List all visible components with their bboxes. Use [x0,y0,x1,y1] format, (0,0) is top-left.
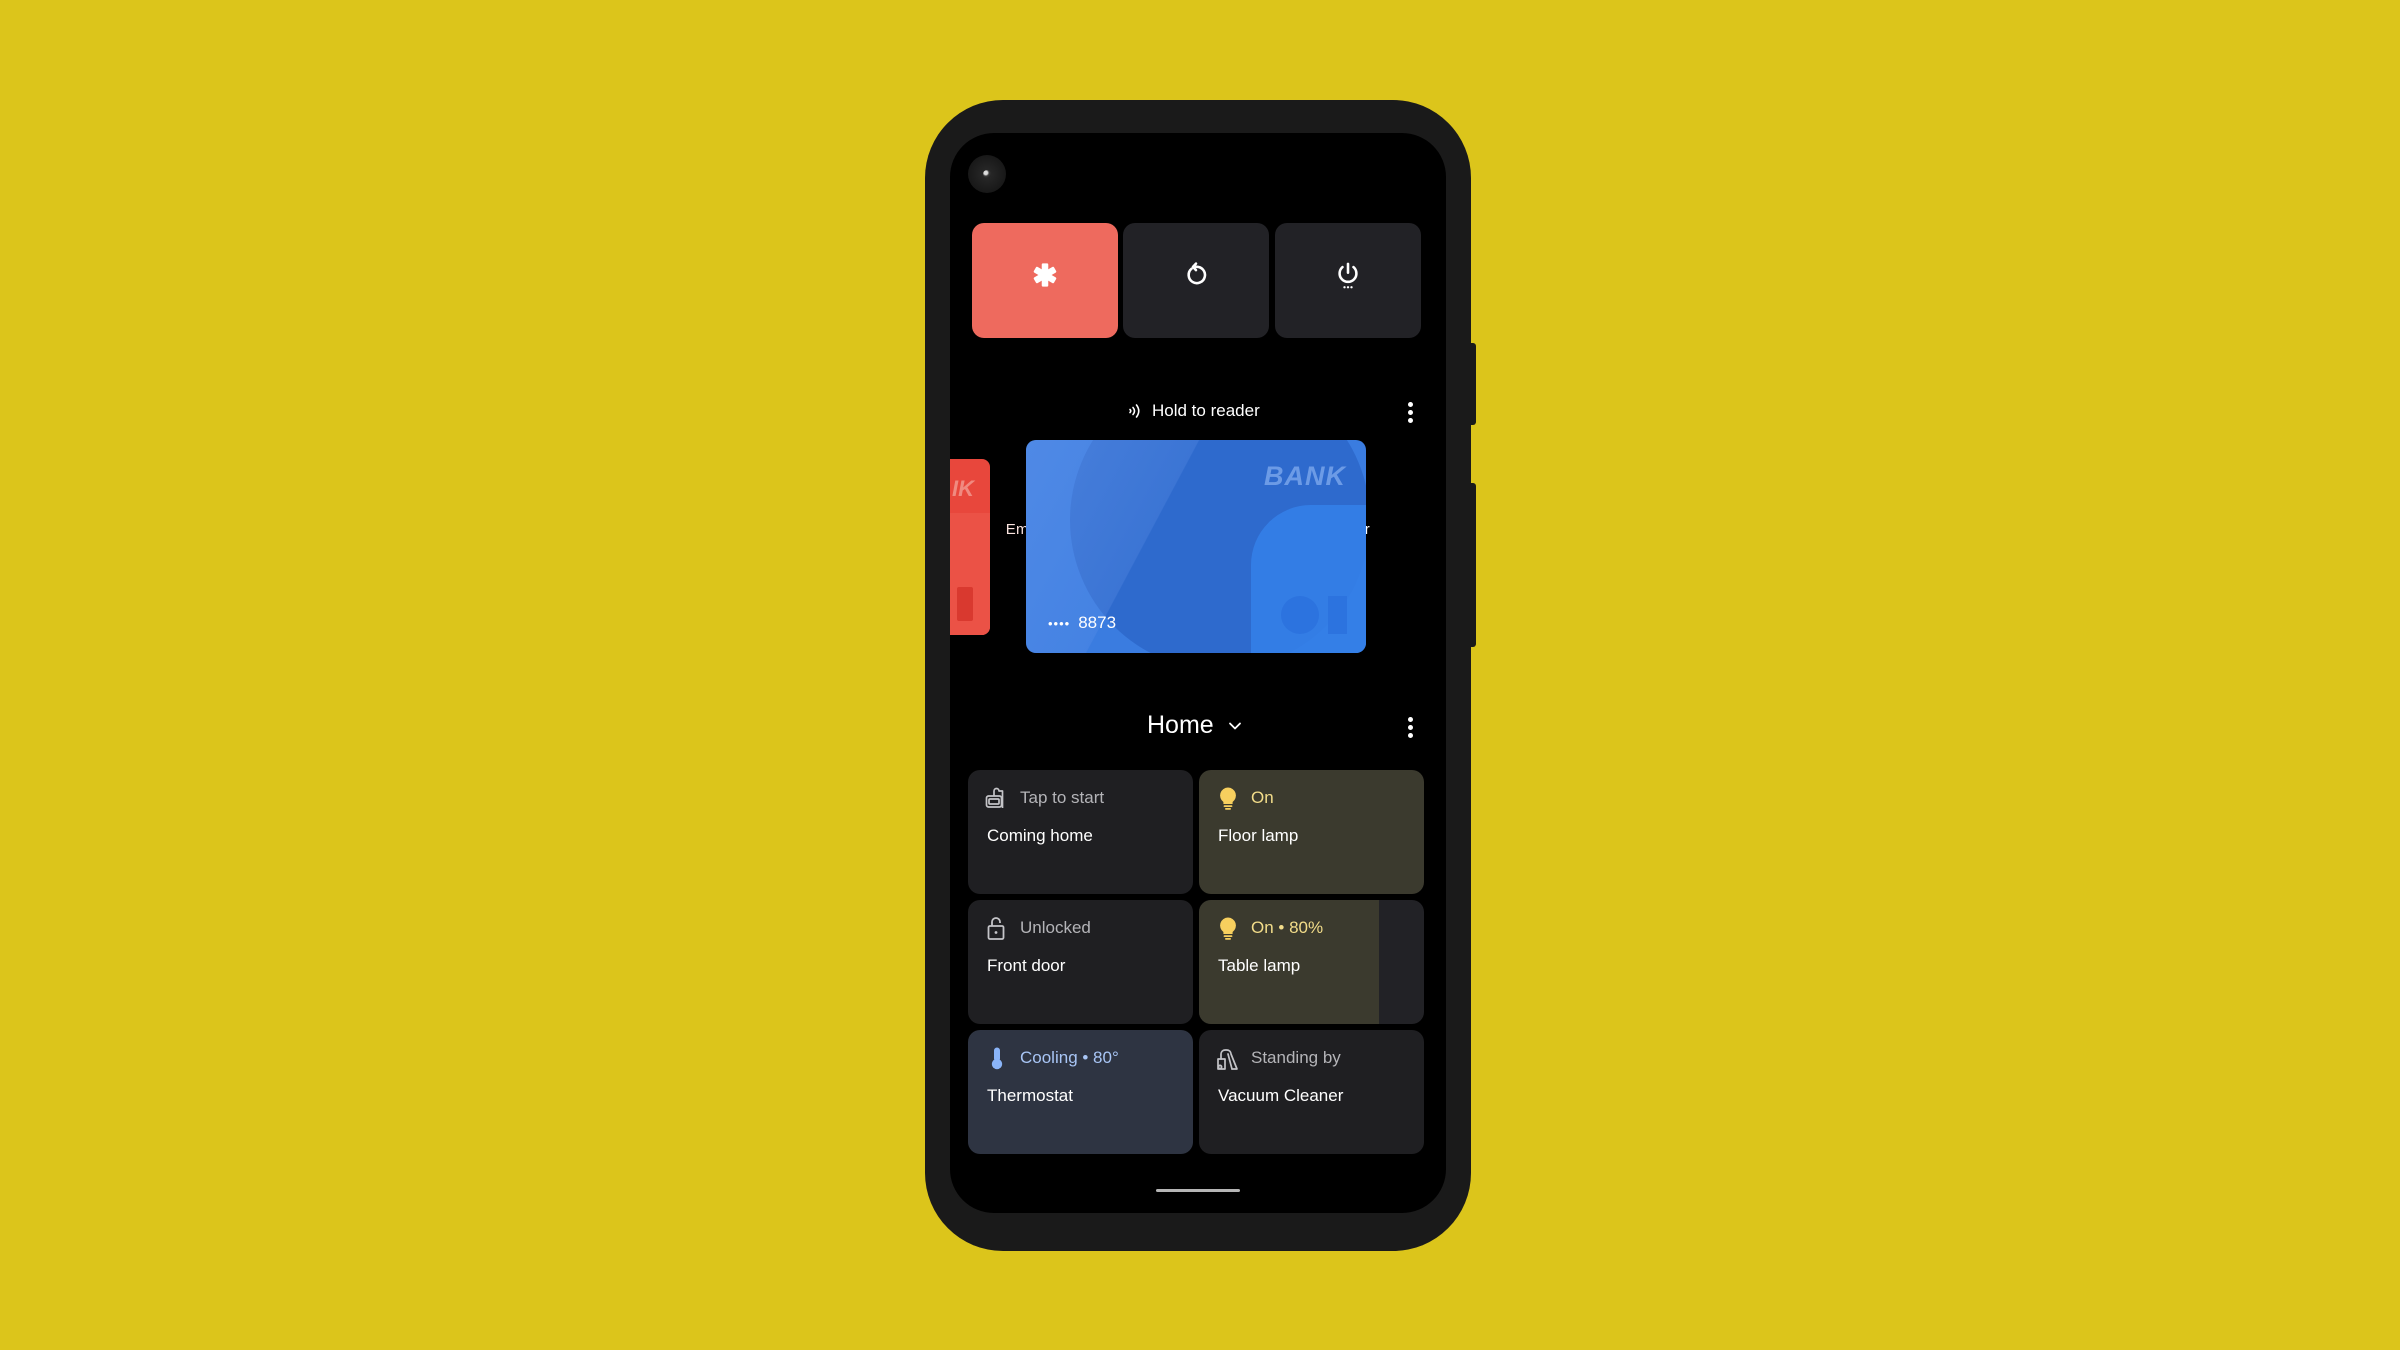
front-camera [968,155,1006,193]
home-structure-selector[interactable]: Home [1147,711,1242,740]
card-last-four: 8873 [1078,613,1117,632]
dot [1407,724,1413,730]
tile-name: Table lamp [1218,956,1301,975]
tile-name: Floor lamp [1218,826,1299,845]
tile-name: Coming home [987,826,1093,845]
home-overflow-menu[interactable] [1398,712,1422,742]
card-network-logo [1328,596,1347,634]
dot [1407,409,1413,415]
emergency-button[interactable]: Emergency [972,223,1118,538]
tile-name: Front door [987,956,1066,975]
lightbulb-icon [1220,917,1236,940]
wallet-overflow-menu[interactable] [1398,397,1422,427]
peek-payment-card[interactable]: IK [950,459,990,635]
power-button[interactable]: Power [1275,223,1421,538]
home-title: Home [1147,711,1214,739]
volume-side-button [1470,483,1476,647]
card-logo [957,587,973,621]
tile-status: Cooling • 80° [1020,1048,1119,1067]
tile-front-door[interactable]: Unlocked Front door [968,900,1193,1024]
tile-status: On [1251,788,1274,807]
thermometer-icon [991,1047,1003,1070]
peek-card-bank-name: IK [952,476,974,501]
chevron-down-icon [1228,722,1241,729]
tile-status: Tap to start [1020,788,1105,807]
tile-status: On • 80% [1251,918,1324,937]
tile-vacuum-cleaner[interactable]: Standing by Vacuum Cleaner [1199,1030,1424,1154]
hold-to-reader-text: Hold to reader [1152,401,1260,420]
nfc-icon [1129,404,1140,418]
tile-status: Unlocked [1020,918,1091,937]
routine-icon [985,787,1004,808]
dot [1407,417,1413,423]
medical-asterisk-icon [1033,263,1057,287]
dot [1407,401,1413,407]
card-bank-name: BANK [1264,461,1346,491]
tile-name: Thermostat [987,1086,1073,1105]
tile-status: Standing by [1251,1048,1341,1067]
power-side-button [1470,343,1476,425]
tile-thermostat[interactable]: Cooling • 80° Thermostat [968,1030,1193,1154]
card-network-logo [1281,596,1319,634]
tile-coming-home[interactable]: Tap to start Coming home [968,770,1193,894]
wallet-header: Hold to reader [1128,399,1260,423]
restart-icon [1187,262,1207,285]
lightbulb-icon [1220,787,1236,810]
active-payment-card[interactable]: BANK •••• 8873 [1026,440,1366,653]
card-number-mask: •••• [1048,615,1071,631]
card-number: •••• 8873 [1048,613,1116,633]
lock-open-icon [987,917,1005,940]
tile-table-lamp[interactable]: On • 80% Table lamp [1199,900,1424,1024]
dot [1407,716,1413,722]
tile-name: Vacuum Cleaner [1218,1086,1344,1105]
restart-button[interactable]: Restart [1123,223,1269,538]
dot [1407,732,1413,738]
power-icon [1338,262,1358,289]
vacuum-icon [1217,1049,1238,1070]
tile-floor-lamp[interactable]: On Floor lamp [1199,770,1424,894]
gesture-nav-handle[interactable] [1156,1189,1240,1192]
